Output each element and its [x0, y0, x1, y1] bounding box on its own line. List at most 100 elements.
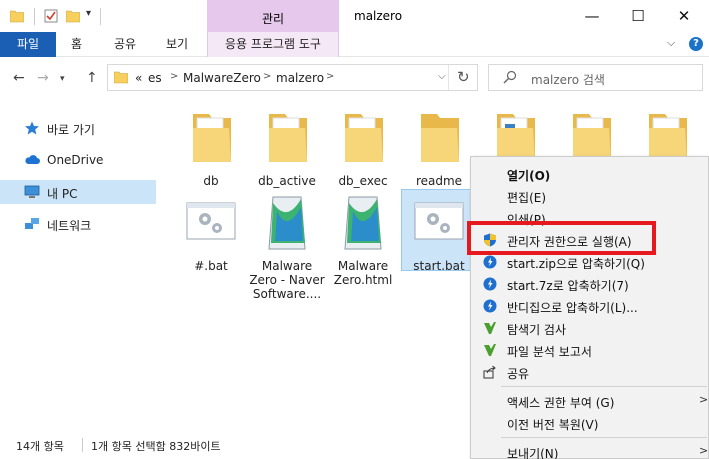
file-item-readme[interactable]: readme	[401, 108, 477, 188]
address-dropdown-chevron-icon[interactable]: ⌵	[438, 71, 446, 82]
batch-file-gear-icon	[414, 202, 464, 240]
title-bar: ▾ 관리 malzero — ☐ ✕	[0, 0, 709, 33]
menu-item-grant-access[interactable]: 액세스 권한 부여 (G) >	[471, 390, 709, 412]
address-segment-malzero[interactable]: malzero	[276, 71, 324, 85]
sidebar-item-label: 네트워크	[47, 219, 92, 233]
sidebar-item-quick-access[interactable]: 바로 가기	[0, 116, 156, 140]
menu-item-label: start.7z로 압축하기(7)	[507, 279, 629, 293]
sidebar-item-onedrive[interactable]: OneDrive	[0, 148, 156, 172]
menu-item-label: 편집(E)	[507, 191, 547, 205]
menu-item-bandizip[interactable]: 반디집으로 압축하기(L)...	[471, 295, 709, 317]
address-separator[interactable]: >	[263, 71, 271, 82]
computer-icon	[24, 185, 40, 198]
new-folder-icon[interactable]	[66, 9, 80, 23]
qat-separator	[34, 8, 35, 25]
file-item-db[interactable]: db	[173, 108, 249, 188]
status-divider	[82, 438, 83, 452]
share-icon	[483, 365, 496, 379]
file-name: #.bat	[194, 259, 228, 273]
sidebar-item-this-pc[interactable]: 내 PC	[0, 180, 156, 204]
file-name: db_active	[258, 174, 316, 188]
menu-separator	[501, 386, 707, 387]
context-tab-manage-label: 관리	[261, 12, 285, 26]
tab-home[interactable]: 홈	[71, 32, 82, 57]
menu-item-label: 액세스 권한 부여 (G)	[507, 396, 615, 410]
ribbon-expand-chevron-icon[interactable]: ⌵	[667, 36, 675, 50]
file-name: db_exec	[338, 174, 388, 188]
sidebar-item-label: OneDrive	[47, 153, 104, 167]
file-name: start.bat	[413, 259, 465, 273]
search-box[interactable]: malzero 검색	[488, 64, 703, 91]
close-button[interactable]: ✕	[661, 0, 707, 32]
folder-icon	[421, 114, 459, 162]
menu-item-edit[interactable]: 편집(E)	[471, 185, 709, 207]
tab-application-tools[interactable]: 응용 프로그램 도구	[207, 32, 339, 57]
tab-share[interactable]: 공유	[114, 32, 136, 57]
address-separator[interactable]: >	[326, 71, 334, 82]
file-item-malware-zero-naver[interactable]: Malware Zero - Naver Software....	[249, 193, 325, 301]
forward-arrow-icon[interactable]: →	[37, 70, 49, 86]
navigation-pane: 바로 가기 OneDrive 내 PC 네트워크	[0, 108, 160, 428]
context-menu: 열기(O) 편집(E) 인쇄(P) 관리자 권한으로 실행(A) start.z…	[470, 156, 709, 459]
refresh-icon[interactable]: ↻	[457, 68, 470, 86]
qat-customize-chevron-icon[interactable]: ▾	[86, 8, 91, 19]
address-separator[interactable]: >	[170, 71, 178, 82]
menu-item-restore-versions[interactable]: 이전 버전 복원(V)	[471, 412, 709, 434]
file-item-start-bat[interactable]: start.bat	[401, 189, 477, 273]
address-segment-es[interactable]: es	[148, 71, 162, 85]
search-icon	[503, 70, 517, 84]
address-overflow[interactable]: «	[135, 71, 142, 85]
cloud-icon	[25, 155, 40, 164]
explorer-window: ▾ 관리 malzero — ☐ ✕ 파일 홈 공유 보기 응용 프로그램 도구…	[0, 0, 709, 459]
search-placeholder: malzero 검색	[531, 73, 605, 87]
bandizip-icon	[483, 255, 497, 269]
scan-icon	[484, 322, 496, 334]
menu-item-open[interactable]: 열기(O)	[471, 163, 709, 185]
menu-item-7z[interactable]: start.7z로 압축하기(7)	[471, 273, 709, 295]
properties-check-icon[interactable]	[44, 9, 58, 23]
recent-locations-chevron-icon[interactable]: ▾	[60, 74, 65, 84]
ribbon-tabs: 파일 홈 공유 보기 응용 프로그램 도구 ⌵ ?	[0, 32, 709, 57]
file-name: db	[203, 174, 219, 188]
back-arrow-icon[interactable]: ←	[13, 70, 25, 86]
help-icon[interactable]: ?	[689, 37, 703, 51]
menu-item-file-report[interactable]: 파일 분석 보고서	[471, 339, 709, 361]
minimize-button[interactable]: —	[569, 0, 615, 32]
file-item-malware-zero-html[interactable]: Malware Zero.html	[325, 193, 401, 287]
batch-file-gear-icon	[186, 202, 236, 240]
report-icon	[484, 344, 496, 356]
bandizip-icon	[483, 299, 497, 313]
maximize-button[interactable]: ☐	[615, 0, 661, 32]
sidebar-item-network[interactable]: 네트워크	[0, 212, 156, 236]
folder-icon[interactable]	[10, 9, 24, 23]
sidebar-item-label: 바로 가기	[47, 123, 95, 137]
menu-item-label: 이전 버전 복원(V)	[507, 418, 599, 432]
folder-icon	[269, 114, 307, 162]
status-item-count: 14개 항목	[16, 440, 64, 453]
file-item-db-exec[interactable]: db_exec	[325, 108, 401, 188]
address-row: ← → ▾ ↑ « es > MalwareZero > malzero > ⌵…	[0, 58, 709, 98]
menu-item-label: 열기(O)	[507, 169, 551, 183]
html-document-icon	[344, 196, 382, 250]
menu-item-share[interactable]: 공유	[471, 361, 709, 383]
up-arrow-icon[interactable]: ↑	[86, 70, 98, 86]
bandizip-icon	[483, 277, 497, 291]
menu-item-send-to[interactable]: 보내기(N) >	[471, 441, 709, 459]
tab-file[interactable]: 파일	[0, 32, 56, 57]
qat-separator	[100, 8, 101, 25]
file-item-hash-bat[interactable]: #.bat	[173, 193, 249, 273]
address-segment-malwarezero[interactable]: MalwareZero	[183, 71, 261, 85]
context-tab-manage[interactable]: 관리	[207, 0, 339, 33]
address-divider	[448, 65, 449, 90]
menu-item-explorer-scan[interactable]: 탐색기 검사	[471, 317, 709, 339]
menu-item-label: start.zip으로 압축하기(Q)	[507, 257, 645, 271]
address-bar[interactable]: « es > MalwareZero > malzero > ⌵ ↻	[107, 64, 478, 91]
highlight-annotation-box	[467, 221, 656, 255]
menu-item-label: 파일 분석 보고서	[507, 345, 592, 359]
file-item-db-active[interactable]: db_active	[249, 108, 325, 188]
tab-view[interactable]: 보기	[166, 32, 188, 57]
html-document-icon	[268, 196, 306, 250]
window-title: malzero	[354, 9, 403, 23]
file-name: readme	[415, 174, 463, 188]
folder-icon	[193, 114, 231, 162]
